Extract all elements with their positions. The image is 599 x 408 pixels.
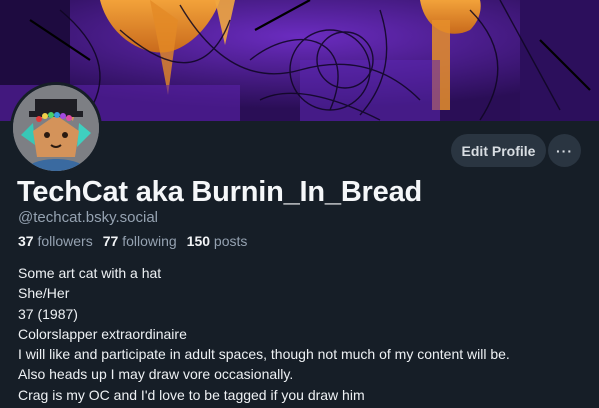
profile-handle: @techcat.bsky.social: [18, 209, 159, 226]
profile-stats: 37 followers 77 following 150 posts: [18, 233, 247, 249]
bio-line: Also heads up I may draw vore occasional…: [18, 366, 294, 383]
followers-link[interactable]: 37 followers: [18, 233, 93, 249]
ellipsis-icon: ···: [556, 142, 573, 159]
display-name: TechCat aka Burnin_In_Bread: [17, 176, 423, 208]
profile-bio: Some art cat with a hat She/Her 37 (1987…: [18, 263, 510, 405]
profile-avatar[interactable]: [10, 82, 102, 174]
followers-label: followers: [37, 233, 93, 249]
followers-count: 37: [18, 233, 34, 249]
posts-label: posts: [213, 233, 248, 249]
following-count: 77: [102, 233, 119, 249]
posts-count: 150: [186, 233, 211, 249]
bio-line: I will like and participate in adult spa…: [18, 346, 510, 363]
bio-line: Colorslapper extraordinaire: [18, 325, 187, 342]
more-options-button[interactable]: ···: [548, 134, 581, 167]
edit-profile-button[interactable]: Edit Profile: [451, 134, 546, 167]
following-link[interactable]: 77 following: [103, 233, 177, 249]
bio-line: She/Her: [18, 285, 70, 302]
cat-avatar-icon: [13, 85, 99, 171]
bio-line: Some art cat with a hat: [18, 265, 162, 281]
following-label: following: [122, 233, 177, 249]
posts-stat: 150 posts: [187, 233, 248, 249]
bio-line: Crag is my OC and I'd love to be tagged …: [18, 386, 365, 403]
bio-line: 37 (1987): [18, 305, 78, 322]
